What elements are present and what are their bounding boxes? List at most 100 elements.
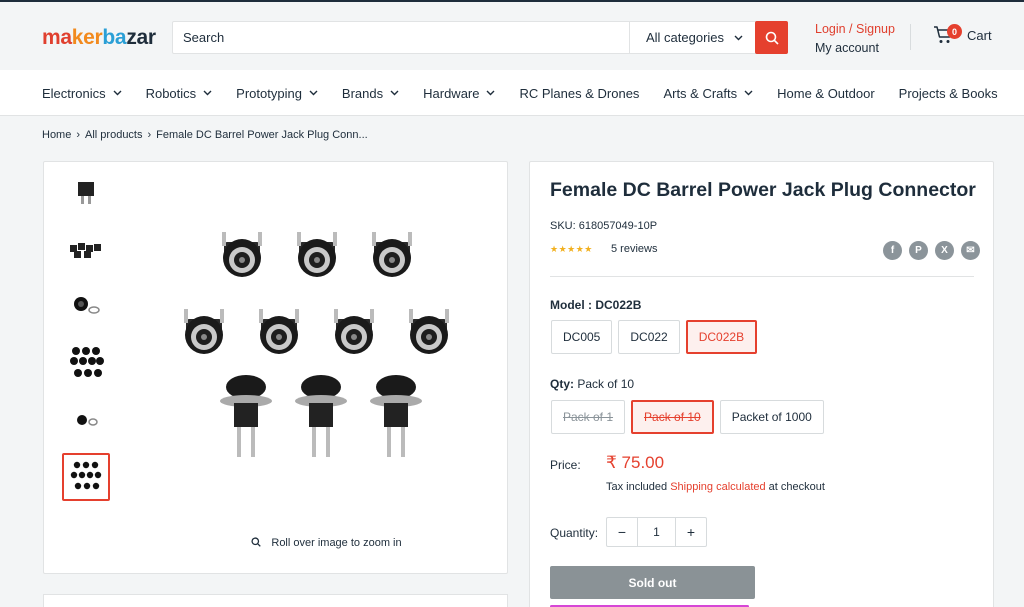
- x-share-icon[interactable]: X: [935, 241, 954, 260]
- breadcrumb-separator: ›: [76, 129, 81, 141]
- tax-prefix: Tax included: [606, 481, 671, 493]
- search-bar: All categories: [172, 21, 788, 54]
- chevron-down-icon: [744, 90, 753, 96]
- quantity-label: Quantity:: [550, 526, 599, 540]
- nav-item-projects-books[interactable]: Projects & Books: [899, 86, 998, 101]
- breadcrumb-link[interactable]: Home: [42, 129, 71, 141]
- logo-part-2: ker: [71, 26, 103, 49]
- nav-item-label: Prototyping: [236, 85, 302, 101]
- zoom-hint: Roll over image to zoom in: [44, 537, 509, 549]
- nav-item-electronics[interactable]: Electronics: [42, 86, 122, 101]
- email-share-icon[interactable]: ✉: [961, 241, 980, 260]
- model-options: DC005 DC022 DC022B: [551, 320, 763, 354]
- nav-item-rc-planes-drones[interactable]: RC Planes & Drones: [519, 86, 639, 101]
- logo-part-1: ma: [42, 26, 72, 49]
- cart-label: Cart: [967, 27, 992, 43]
- facebook-share-icon[interactable]: f: [883, 241, 902, 260]
- account-links: Login / Signup My account: [815, 20, 895, 58]
- product-gallery: Roll over image to zoom in: [43, 161, 508, 574]
- breadcrumb-separator: ›: [147, 129, 152, 141]
- sold-out-button[interactable]: Sold out: [550, 566, 755, 599]
- chevron-down-icon: [309, 90, 318, 96]
- thumbnail-3[interactable]: [62, 282, 110, 330]
- logo[interactable]: makerbazar: [42, 26, 156, 50]
- qty-label-text: Qty:: [550, 377, 574, 391]
- qty-options: Pack of 1 Pack of 10 Packet of 1000: [551, 400, 830, 434]
- my-account-link[interactable]: My account: [815, 39, 895, 58]
- logo-part-4: zar: [126, 26, 156, 49]
- quantity-increase-button[interactable]: +: [676, 518, 706, 546]
- search-input[interactable]: [173, 22, 628, 53]
- search-button[interactable]: [755, 21, 788, 54]
- nav-item-label: Home & Outdoor: [777, 85, 875, 101]
- share-buttons: f P X ✉: [876, 241, 980, 260]
- login-signup-link[interactable]: Login / Signup: [815, 20, 895, 39]
- cart-button[interactable]: 0 Cart: [933, 24, 992, 44]
- nav-item-arts-crafts[interactable]: Arts & Crafts: [663, 86, 753, 101]
- category-select-label: All categories: [646, 30, 725, 45]
- shipping-calculated-link[interactable]: Shipping calculated: [670, 481, 765, 493]
- nav-item-label: Arts & Crafts: [663, 85, 738, 101]
- thumbnail-5[interactable]: [62, 396, 110, 444]
- thumbnail-6-selected[interactable]: [62, 453, 110, 501]
- quantity-input[interactable]: 1: [637, 518, 676, 546]
- qty-option-pack-of-10[interactable]: Pack of 10: [631, 400, 714, 434]
- zoom-hint-text: Roll over image to zoom in: [271, 537, 402, 549]
- product-thumbnail-image: [70, 243, 101, 258]
- product-thumbnail-image: [77, 415, 98, 426]
- tax-note: Tax included Shipping calculated at chec…: [606, 481, 825, 493]
- nav-item-robotics[interactable]: Robotics: [146, 86, 213, 101]
- product-thumbnail-image: [70, 461, 102, 490]
- chevron-down-icon: [390, 90, 399, 96]
- thumbnail-2[interactable]: [62, 225, 110, 273]
- nav-item-label: Robotics: [145, 85, 197, 101]
- thumbnail-1[interactable]: [62, 168, 110, 216]
- product-sku: SKU: 618057049-10P: [550, 220, 658, 232]
- model-label: Model : DC022B: [550, 298, 641, 312]
- nav-item-prototyping[interactable]: Prototyping: [236, 86, 318, 101]
- tax-suffix: at checkout: [765, 481, 825, 493]
- thumbnail-4[interactable]: [62, 339, 110, 387]
- product-thumbnail-image: [70, 347, 104, 377]
- breadcrumb-link[interactable]: All products: [85, 129, 142, 141]
- model-selected-value: DC022B: [595, 298, 642, 312]
- chevron-down-icon: [486, 90, 495, 96]
- nav-item-brands[interactable]: Brands: [342, 86, 399, 101]
- lower-card: [43, 594, 508, 607]
- nav-item-hardware[interactable]: Hardware: [423, 86, 495, 101]
- header-divider: [910, 24, 911, 50]
- price-label: Price:: [550, 458, 581, 472]
- pinterest-share-icon[interactable]: P: [909, 241, 928, 260]
- nav-item-label: Hardware: [423, 85, 480, 101]
- cart-count-badge: 0: [947, 24, 962, 39]
- model-option-dc005[interactable]: DC005: [551, 320, 613, 354]
- product-main-image[interactable]: [174, 222, 474, 472]
- search-icon: [765, 31, 779, 45]
- reviews-link[interactable]: 5 reviews: [611, 243, 657, 255]
- model-label-text: Model :: [550, 298, 592, 312]
- chevron-down-icon: [734, 35, 743, 40]
- nav-item-label: RC Planes & Drones: [519, 85, 640, 101]
- qty-selected-value: Pack of 10: [577, 377, 635, 391]
- nav-item-label: Brands: [341, 85, 384, 101]
- quantity-decrease-button[interactable]: −: [607, 518, 637, 546]
- nav-item-home-outdoor[interactable]: Home & Outdoor: [777, 86, 875, 101]
- category-select[interactable]: All categories: [629, 22, 755, 53]
- rating-stars: ★★★★★: [550, 244, 593, 254]
- breadcrumb: Home › All products › Female DC Barrel Power…: [42, 129, 368, 141]
- site-header: makerbazar All categories Login / Signup…: [0, 0, 1024, 70]
- model-option-dc022[interactable]: DC022: [618, 320, 680, 354]
- breadcrumb-current: Female DC Barrel Power Jack Plug Conn...: [156, 129, 368, 141]
- qty-option-packet-of-1000[interactable]: Packet of 1000: [719, 400, 824, 434]
- model-option-dc022b[interactable]: DC022B: [685, 320, 758, 354]
- quantity-stepper: − 1 +: [606, 517, 707, 547]
- divider: [550, 276, 974, 277]
- chevron-down-icon: [113, 90, 122, 96]
- chevron-down-icon: [203, 90, 212, 96]
- nav-list: Electronics Robotics Prototyping Brands Hard…: [42, 70, 1022, 116]
- nav-item-label: Electronics: [42, 85, 106, 101]
- product-thumbnail-image: [74, 297, 100, 314]
- qty-option-pack-of-1[interactable]: Pack of 1: [551, 400, 626, 434]
- zoom-search-icon: [251, 537, 262, 547]
- qty-label: Qty: Pack of 10: [550, 377, 634, 391]
